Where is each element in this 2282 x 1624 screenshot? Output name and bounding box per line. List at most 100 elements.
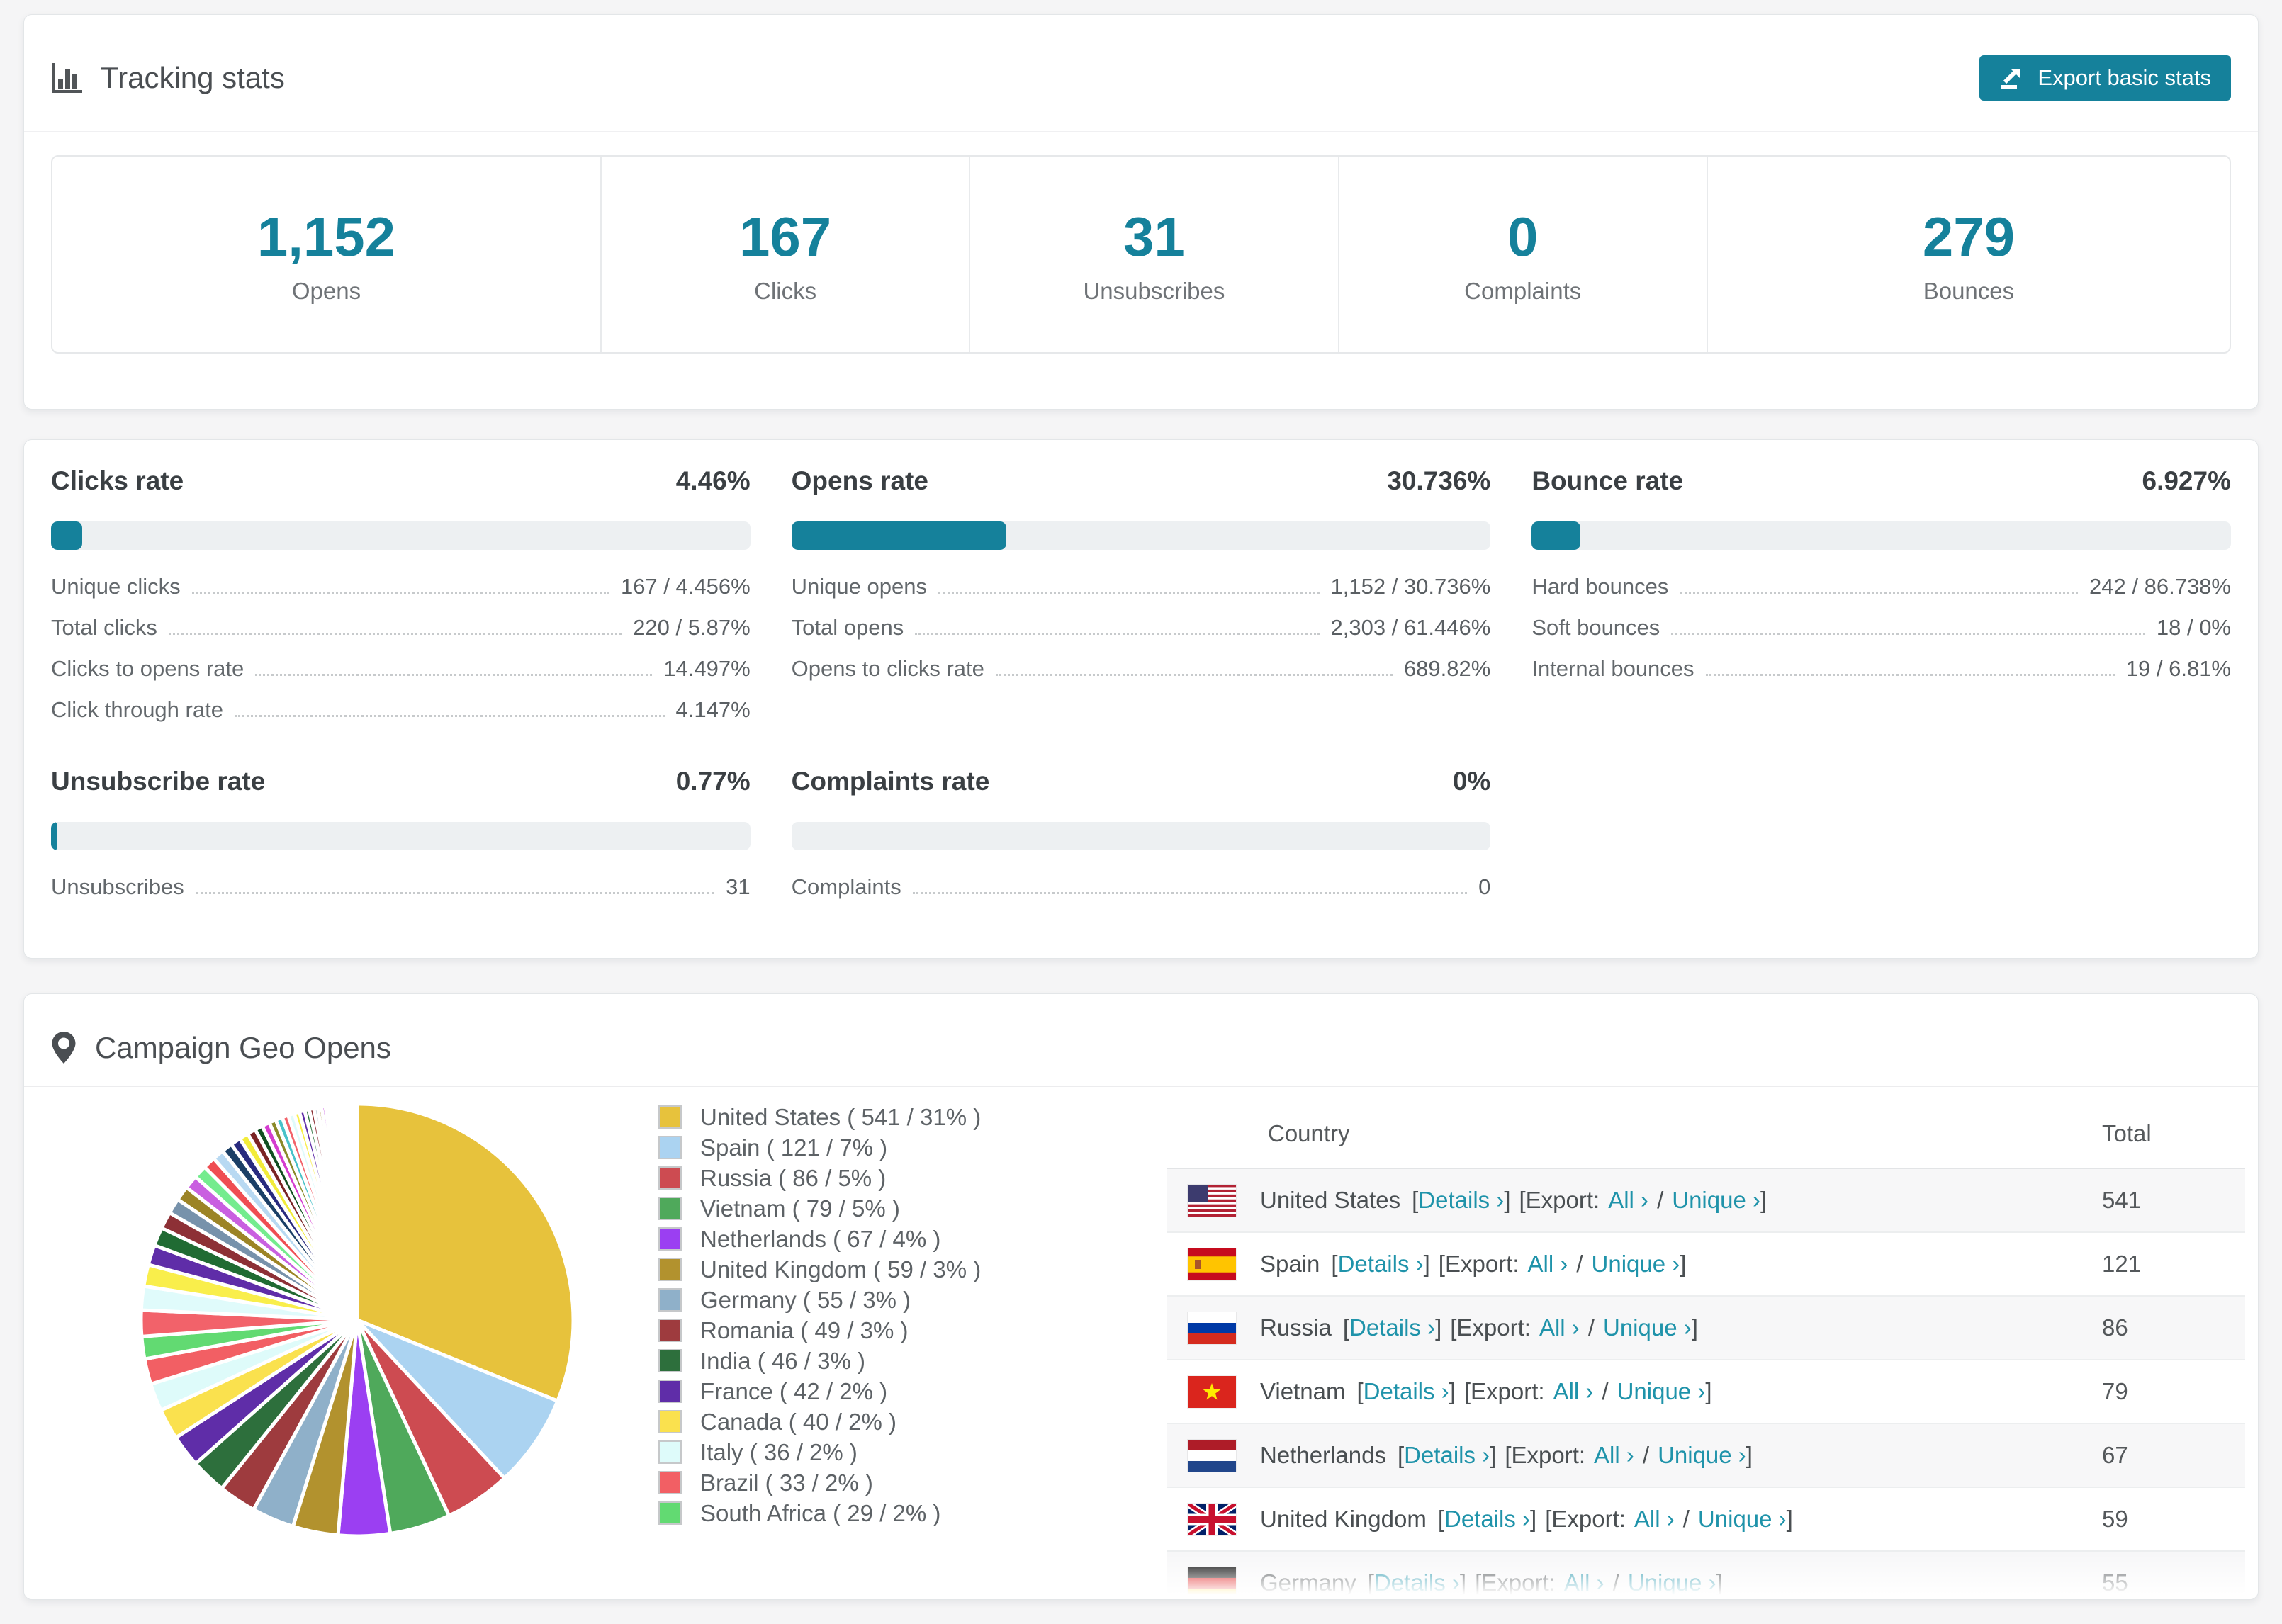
country-total: 67 xyxy=(2102,1442,2128,1468)
legend-label: Vietnam ( 79 / 5% ) xyxy=(700,1195,900,1222)
export-button-label: Export basic stats xyxy=(2038,65,2211,90)
progress-bar xyxy=(51,521,751,550)
export-basic-stats-button[interactable]: Export basic stats xyxy=(1979,55,2231,101)
legend-swatch xyxy=(658,1288,682,1312)
export-unique-link[interactable]: Unique › xyxy=(1603,1314,1692,1341)
export-unique-link[interactable]: Unique › xyxy=(1672,1187,1760,1214)
rate-panel-opens-rate: Opens rate 30.736% Unique opens 1,152 / … xyxy=(791,466,1491,738)
details-link[interactable]: Details › xyxy=(1349,1314,1435,1341)
legend-item: Germany ( 55 / 3% ) xyxy=(658,1285,981,1315)
column-header-total: Total xyxy=(2102,1120,2152,1146)
stat-value: 31 xyxy=(1123,205,1185,268)
details-link[interactable]: Details › xyxy=(1338,1251,1424,1278)
rate-row-value: 14.497% xyxy=(663,656,751,681)
rate-detail-rows: Unique clicks 167 / 4.456% Total clicks … xyxy=(51,574,751,738)
rate-row-value: 4.147% xyxy=(675,697,751,722)
rate-row-value: 220 / 5.87% xyxy=(633,615,751,640)
country-name: Spain xyxy=(1260,1251,1320,1277)
legend-item: India ( 46 / 3% ) xyxy=(658,1346,981,1376)
rate-title: Complaints rate xyxy=(791,767,990,796)
export-icon xyxy=(2001,69,2020,89)
rate-row-label: Unsubscribes xyxy=(51,874,184,899)
geo-table-header: Country Total xyxy=(1167,1100,2245,1169)
dotted-leader xyxy=(255,674,653,676)
legend-label: Netherlands ( 67 / 4% ) xyxy=(700,1225,941,1252)
progress-bar-fill xyxy=(51,822,57,850)
map-pin-icon xyxy=(52,1031,76,1064)
country-total: 86 xyxy=(2102,1314,2128,1341)
export-all-link[interactable]: All › xyxy=(1594,1442,1634,1469)
details-link[interactable]: Details › xyxy=(1404,1442,1490,1469)
export-unique-link[interactable]: Unique › xyxy=(1698,1506,1787,1533)
rate-row-label: Complaints xyxy=(791,874,901,899)
export-unique-link[interactable]: Unique › xyxy=(1592,1251,1680,1278)
geo-opens-pie-chart xyxy=(139,1102,575,1538)
country-total: 541 xyxy=(2102,1187,2142,1213)
legend-swatch xyxy=(658,1410,682,1433)
stat-value: 0 xyxy=(1507,205,1539,268)
rate-value: 0% xyxy=(1452,767,1491,796)
rate-row-value: 167 / 4.456% xyxy=(620,574,751,599)
rate-detail-row: Total opens 2,303 / 61.446% xyxy=(792,615,1491,656)
legend-label: India ( 46 / 3% ) xyxy=(700,1347,865,1374)
rate-row-label: Total clicks xyxy=(51,615,157,640)
rate-row-label: Unique clicks xyxy=(51,574,181,599)
stat-label: Bounces xyxy=(1923,277,2015,304)
legend-swatch xyxy=(658,1197,682,1220)
rate-detail-row: Total clicks 220 / 5.87% xyxy=(51,615,751,656)
legend-swatch xyxy=(658,1258,682,1281)
legend-swatch xyxy=(658,1380,682,1403)
legend-label: South Africa ( 29 / 2% ) xyxy=(700,1499,941,1526)
stat-label: Opens xyxy=(291,277,361,304)
stat-cell-opens: 1,152 Opens xyxy=(52,157,600,352)
progress-bar-fill xyxy=(791,521,1006,550)
stat-cell-clicks: 167 Clicks xyxy=(600,157,969,352)
legend-item: Canada ( 40 / 2% ) xyxy=(658,1406,981,1437)
export-all-link[interactable]: All › xyxy=(1539,1314,1580,1341)
geo-opens-table: Country Total United States [Details ›][… xyxy=(1167,1100,2245,1599)
details-link[interactable]: Details › xyxy=(1364,1378,1449,1405)
legend-swatch xyxy=(658,1227,682,1251)
rate-title: Bounce rate xyxy=(1531,466,1684,495)
flag-us-icon xyxy=(1188,1184,1236,1217)
legend-item: Russia ( 86 / 5% ) xyxy=(658,1163,981,1193)
rate-detail-row: Clicks to opens rate 14.497% xyxy=(51,656,751,697)
export-all-link[interactable]: All › xyxy=(1634,1506,1675,1533)
rate-detail-row: Click through rate 4.147% xyxy=(51,697,751,738)
rate-panel-clicks-rate: Clicks rate 4.46% Unique clicks 167 / 4.… xyxy=(51,466,751,738)
country-name: United Kingdom xyxy=(1260,1506,1427,1532)
export-all-link[interactable]: All › xyxy=(1553,1378,1594,1405)
export-unique-link[interactable]: Unique › xyxy=(1628,1569,1716,1596)
country-name: United States xyxy=(1260,1187,1401,1213)
export-all-link[interactable]: All › xyxy=(1608,1187,1648,1214)
flag-de-icon xyxy=(1188,1567,1236,1599)
rate-panel-complaints-rate: Complaints rate 0% Complaints 0 xyxy=(791,767,1491,915)
export-unique-link[interactable]: Unique › xyxy=(1617,1378,1706,1405)
legend-swatch xyxy=(658,1501,682,1525)
export-unique-link[interactable]: Unique › xyxy=(1658,1442,1746,1469)
details-link[interactable]: Details › xyxy=(1418,1187,1504,1214)
legend-swatch xyxy=(658,1105,682,1129)
rate-title: Clicks rate xyxy=(51,466,184,495)
country-name: Netherlands xyxy=(1260,1442,1386,1468)
rate-row-label: Click through rate xyxy=(51,697,223,722)
legend-item: United States ( 541 / 31% ) xyxy=(658,1102,981,1132)
stat-cell-complaints: 0 Complaints xyxy=(1337,157,1707,352)
dotted-leader xyxy=(168,633,622,635)
rate-value: 6.927% xyxy=(2142,466,2232,495)
legend-swatch xyxy=(658,1471,682,1494)
details-link[interactable]: Details › xyxy=(1374,1569,1460,1596)
legend-item: Spain ( 121 / 7% ) xyxy=(658,1132,981,1163)
export-all-link[interactable]: All › xyxy=(1528,1251,1568,1278)
stat-label: Unsubscribes xyxy=(1083,277,1225,304)
dotted-leader xyxy=(938,592,1320,594)
rate-row-label: Unique opens xyxy=(791,574,927,599)
legend-swatch xyxy=(658,1319,682,1342)
progress-bar xyxy=(791,521,1491,550)
details-link[interactable]: Details › xyxy=(1444,1506,1530,1533)
column-header-country: Country xyxy=(1268,1120,1350,1146)
rate-value: 30.736% xyxy=(1387,466,1491,495)
country-name: Vietnam xyxy=(1260,1378,1346,1404)
export-all-link[interactable]: All › xyxy=(1564,1569,1604,1596)
rate-row-value: 31 xyxy=(726,874,751,899)
